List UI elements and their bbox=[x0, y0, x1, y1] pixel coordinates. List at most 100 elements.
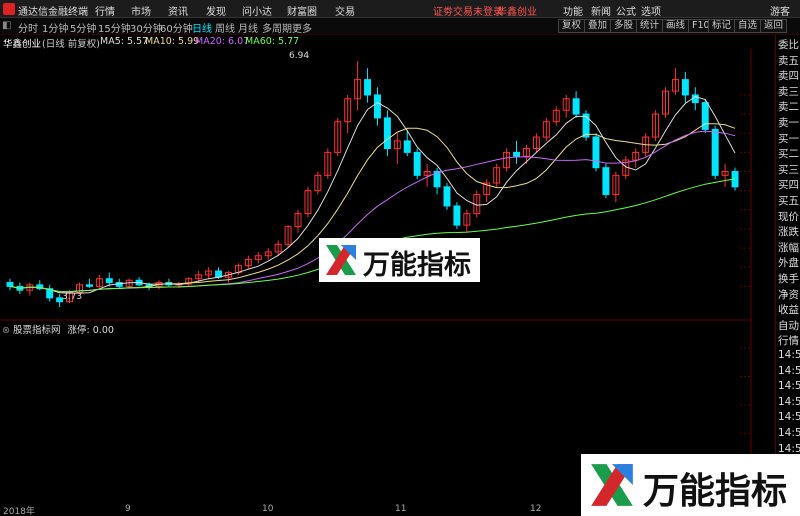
high-price-label: 6.94 bbox=[289, 51, 309, 61]
candle-body bbox=[443, 186, 451, 207]
multi-stock-button[interactable]: 多股 bbox=[610, 19, 638, 33]
menu-function[interactable]: 功能 bbox=[563, 3, 583, 18]
back-button[interactable]: 返回 bbox=[760, 19, 788, 33]
period-tick[interactable]: 分时 bbox=[18, 20, 38, 35]
candle-body bbox=[513, 151, 520, 157]
period-toolbar: ◧ 分时 1分钟 5分钟 15分钟 30分钟 60分钟 日线 周线 月线 多周期… bbox=[0, 18, 800, 35]
candle-body bbox=[373, 94, 381, 119]
watermark-corner: 万能指标 bbox=[581, 454, 800, 516]
menu-discover[interactable]: 发现 bbox=[206, 3, 226, 18]
month-label: 12 bbox=[530, 504, 542, 514]
period-60min[interactable]: 60分钟 bbox=[160, 20, 193, 35]
stats-button[interactable]: 统计 bbox=[636, 19, 664, 33]
toolbar-icon[interactable]: ◧ bbox=[2, 20, 11, 31]
candle-body bbox=[413, 151, 421, 176]
menu-wealth[interactable]: 财富圈 bbox=[287, 3, 317, 18]
title-bar: 通达信金融终端 行情 市场 资讯 发现 问小达 财富圈 交易 证劵交易未登录 华… bbox=[0, 0, 800, 18]
candle-body bbox=[592, 136, 600, 169]
draw-button[interactable]: 画线 bbox=[662, 19, 690, 33]
candle-body bbox=[572, 98, 580, 115]
period-5min[interactable]: 5分钟 bbox=[70, 20, 96, 35]
side-panel-item: 卖二 bbox=[778, 101, 799, 114]
chart-mode: (日线 前复权) bbox=[42, 39, 100, 50]
side-panel-item: 买一 bbox=[778, 132, 799, 145]
side-panel-item: 委比 bbox=[778, 39, 799, 51]
candle-body bbox=[681, 79, 689, 96]
side-panel-item[interactable]: 14:58 bbox=[778, 443, 800, 455]
period-more[interactable]: 更多 bbox=[292, 20, 312, 35]
period-1min[interactable]: 1分钟 bbox=[42, 20, 68, 35]
menu-market[interactable]: 行情 bbox=[95, 3, 115, 18]
side-panel-item: 涨跌 bbox=[778, 226, 799, 239]
stock-name: 华鑫创业 bbox=[3, 39, 42, 50]
side-panel-item[interactable]: 14:58 bbox=[778, 411, 800, 423]
side-panel-item: 外盘 bbox=[778, 257, 799, 270]
candle-body bbox=[6, 282, 14, 287]
indicator-label-row: ⊗ 股票指标网 涨停: 0.00 bbox=[2, 325, 114, 336]
side-panel-item: 换手 bbox=[778, 273, 799, 285]
side-panel-item: 净资 bbox=[778, 288, 799, 301]
menu-trade[interactable]: 交易 bbox=[335, 3, 355, 18]
menu-news[interactable]: 资讯 bbox=[168, 3, 188, 18]
side-panel-item[interactable]: 14:58 bbox=[778, 349, 800, 361]
candle-body bbox=[453, 205, 461, 226]
menu-markets[interactable]: 市场 bbox=[131, 3, 151, 18]
side-panel-item: 涨幅 bbox=[778, 241, 799, 254]
quote-side-panel: 委比 卖五 卖四 卖三 卖二 卖一 买一 买二 买三 买四 买五 现价 涨跌 涨幅 外盘 换手 净资 收益 自动 行情… bbox=[775, 35, 800, 515]
menu-newsfeed[interactable]: 新闻 bbox=[591, 3, 611, 18]
month-label: 9 bbox=[125, 504, 131, 514]
app-title: 通达信金融终端 bbox=[18, 7, 88, 18]
side-panel-item: 卖三 bbox=[778, 85, 799, 98]
ma60-value: MA60: 5.77 bbox=[245, 36, 300, 47]
watchlist-button[interactable]: 自选 bbox=[734, 19, 762, 33]
menu-options[interactable]: 选项 bbox=[641, 3, 661, 18]
candle-body bbox=[383, 117, 391, 150]
watermark-center: 万能指标 bbox=[319, 238, 480, 282]
side-panel-item: 买五 bbox=[778, 195, 799, 207]
watermark-text: 万能指标 bbox=[643, 471, 788, 512]
candle-body bbox=[602, 167, 610, 195]
side-panel-item: 买三 bbox=[778, 163, 799, 176]
ma20-value: MA20: 6.07 bbox=[195, 36, 250, 47]
side-panel-item[interactable]: 自动 bbox=[778, 318, 799, 333]
side-panel-item[interactable]: 14:58 bbox=[778, 396, 800, 408]
month-label: 10 bbox=[262, 504, 274, 514]
side-panel-item: 现价 bbox=[778, 210, 799, 223]
side-panel-item: 买二 bbox=[778, 148, 799, 161]
mark-button[interactable]: 标记 bbox=[708, 19, 736, 33]
user-label[interactable]: 游客 bbox=[770, 3, 790, 18]
side-panel-item: 卖五 bbox=[778, 54, 799, 67]
side-panel-item: 买四 bbox=[778, 179, 799, 192]
menu-formula[interactable]: 公式 bbox=[616, 3, 636, 18]
kline-chart[interactable]: 6.506.256.005.755.505.255.004.754.504.25… bbox=[0, 49, 752, 515]
side-panel-item[interactable]: 14:58 bbox=[778, 427, 800, 439]
period-daily[interactable]: 日线 bbox=[192, 20, 212, 35]
app-logo-icon bbox=[3, 3, 15, 15]
candle-body bbox=[364, 79, 372, 96]
side-panel-item[interactable]: 14:58 bbox=[778, 365, 800, 377]
candle-body bbox=[105, 278, 113, 284]
chart-grid bbox=[0, 49, 752, 515]
ma10-value: MA10: 5.99 bbox=[145, 36, 200, 47]
side-panel-item[interactable]: 行情 bbox=[778, 333, 799, 348]
adjust-button[interactable]: 复权 bbox=[558, 19, 586, 33]
period-15min[interactable]: 15分钟 bbox=[98, 20, 131, 35]
month-label: 2018年 bbox=[3, 507, 35, 516]
side-panel-item: 卖四 bbox=[778, 70, 799, 83]
period-30min[interactable]: 30分钟 bbox=[130, 20, 163, 35]
period-monthly[interactable]: 月线 bbox=[238, 20, 258, 35]
period-weekly[interactable]: 周线 bbox=[215, 20, 235, 35]
side-panel-item: 卖一 bbox=[778, 117, 799, 129]
low-price-label: 3.73 bbox=[62, 292, 82, 302]
watermark-logo-icon bbox=[326, 245, 356, 275]
indicator-value: 涨停: 0.00 bbox=[67, 325, 114, 336]
broker-name: 华鑫创业 bbox=[497, 7, 537, 18]
menu-xiaoda[interactable]: 问小达 bbox=[242, 3, 272, 18]
login-warning[interactable]: 证劵交易未登录 bbox=[433, 3, 503, 18]
month-label: 11 bbox=[395, 504, 407, 514]
overlay-button[interactable]: 叠加 bbox=[584, 19, 612, 33]
watermark-text: 万能指标 bbox=[363, 250, 471, 281]
candle-body bbox=[582, 113, 590, 138]
period-multi[interactable]: 多周期 bbox=[262, 20, 292, 35]
side-panel-item[interactable]: 14:58 bbox=[778, 380, 800, 392]
